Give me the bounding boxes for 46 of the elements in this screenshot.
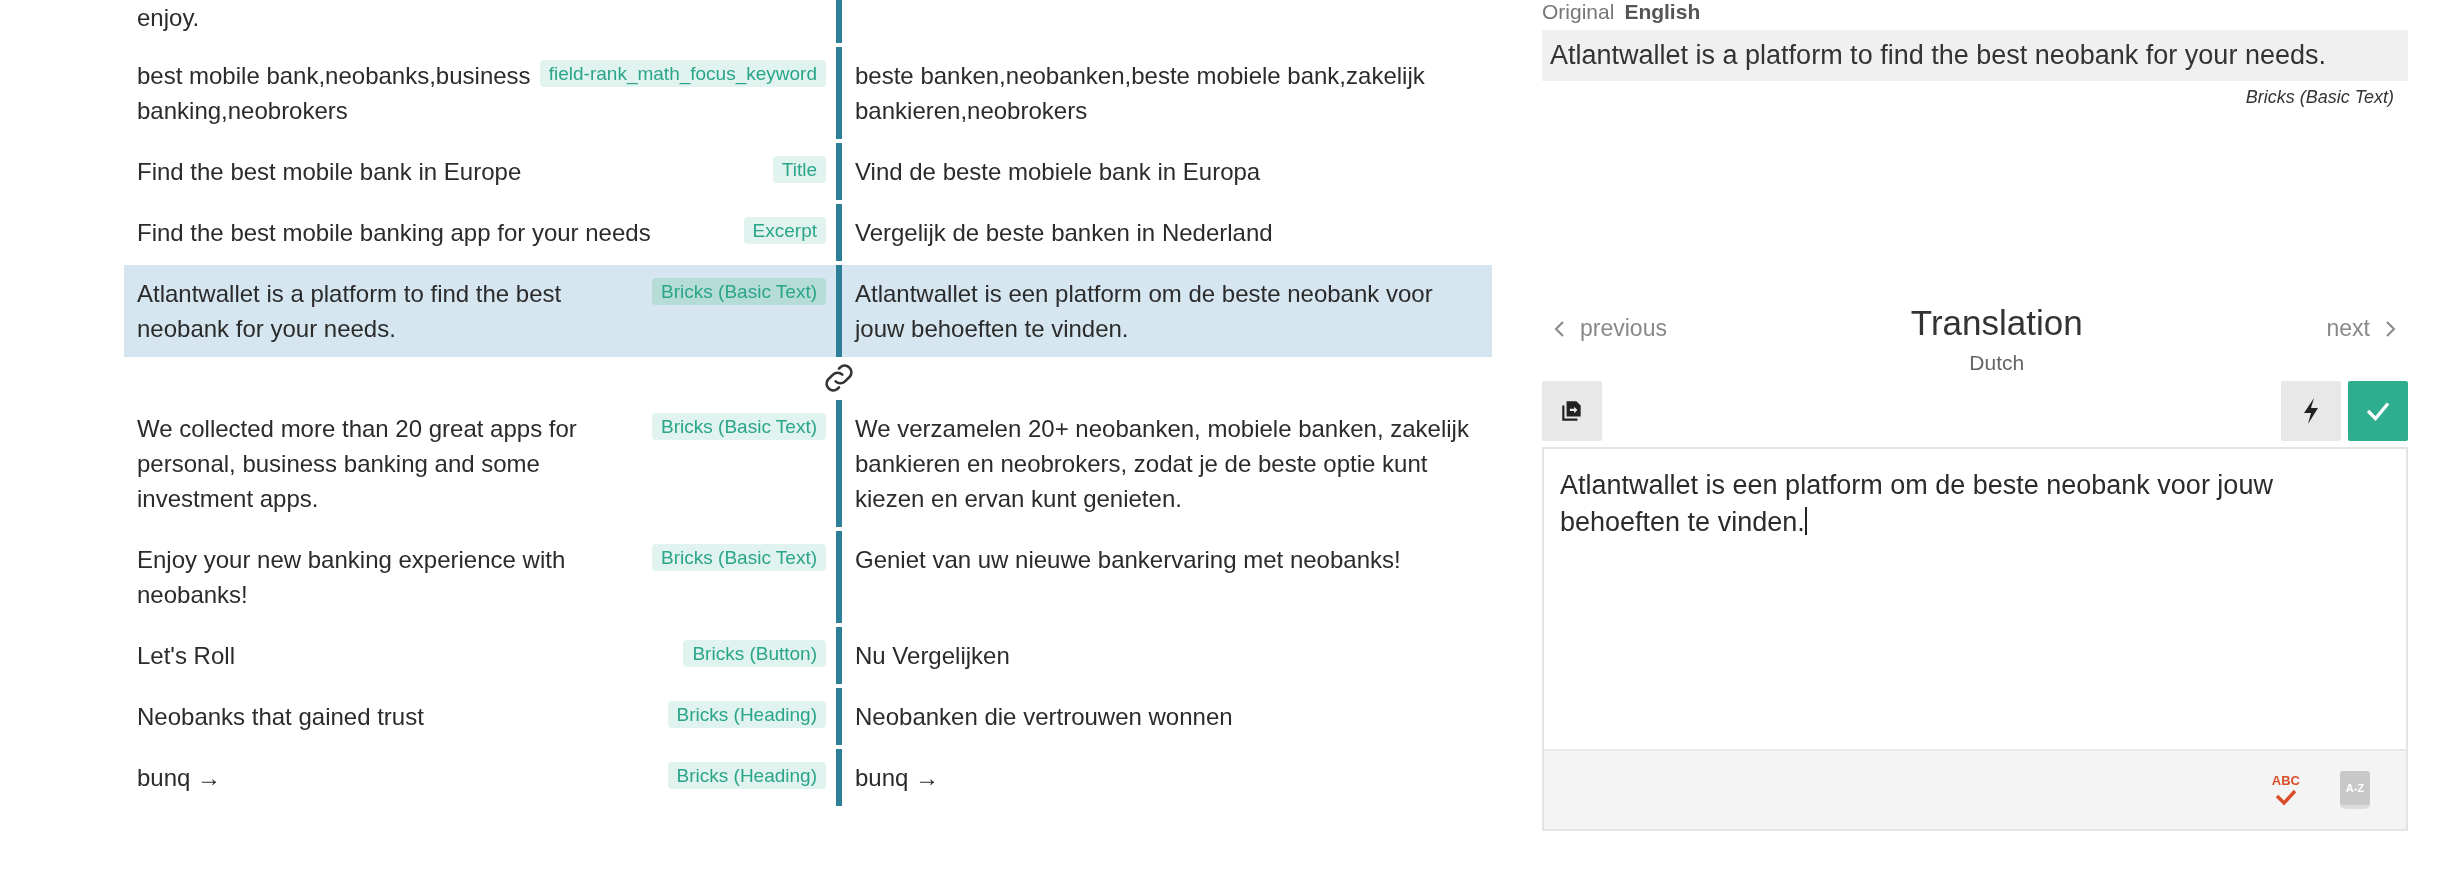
source-text: Find the best mobile bank in Europe [137, 157, 523, 187]
target-text: Neobanken die vertrouwen wonnen [855, 703, 1233, 730]
target-text: Geniet van uw nieuwe bankervaring met neobanks! [855, 546, 1401, 573]
field-type-tag: Bricks (Button) [683, 640, 826, 667]
translation-language: Dutch [1968, 351, 2026, 375]
target-text: Atlantwallet is een platform om de beste neobank voor jouw behoeften te vinden. [855, 280, 1433, 342]
field-type-tag: Title [772, 156, 826, 183]
source-text: Atlantwallet is a platform to find the best neobank for your needs. [137, 279, 563, 344]
translation-row[interactable]: beste banken,neobanken,beste mobiele bank,zakelijk bankieren,neobrokers [836, 47, 1492, 139]
field-type-tag: Bricks (Basic Text) [652, 413, 826, 440]
translation-row[interactable]: Atlantwallet is een platform om de beste neobank voor jouw behoeften te vinden. [836, 265, 1492, 357]
source-text: Let's Roll [137, 641, 236, 671]
original-label: Original [1542, 0, 1615, 24]
field-type-tag: field-rank_math_focus_keyword [539, 60, 826, 87]
previous-link[interactable]: previous [1552, 315, 1667, 342]
target-text: We verzamelen 20+ neobanken, mobiele banken, zakelijk bankieren en neobrokers, zodat je de beste optie kunt kiezen en ervan kunt genieten. [855, 415, 1469, 512]
copy-original-button[interactable] [1542, 381, 1602, 441]
field-type-label: Bricks (Basic Text) [2244, 87, 2395, 108]
original-language: English [1624, 0, 1701, 24]
translation-row[interactable]: We verzamelen 20+ neobanken, mobiele banken, zakelijk bankieren en neobrokers, zodat je de beste optie kunt kiezen en ervan kunt genieten. [836, 400, 1492, 527]
field-type-tag: Bricks (Heading) [667, 762, 826, 789]
source-text: Enjoy your new banking experience with neobanks! [137, 545, 567, 610]
target-text: beste banken,neobanken,beste mobiele bank,zakelijk bankieren,neobrokers [855, 62, 1425, 124]
translation-row[interactable]: Neobanken die vertrouwen wonnen [836, 688, 1492, 745]
field-type-tag: Excerpt [743, 217, 826, 244]
target-text: Vind de beste mobiele bank in Europa [855, 158, 1261, 185]
field-type-tag: Bricks (Basic Text) [652, 544, 826, 571]
target-text: Vergelijk de beste banken in Nederland [855, 219, 1273, 246]
target-text: bunq → [855, 764, 940, 791]
source-text: We collected more than 20 great apps for personal, business banking and some investment apps. [137, 414, 578, 514]
target-text: Nu Vergelijken [855, 642, 1010, 669]
source-text: bunq → [137, 763, 223, 793]
next-link[interactable]: next [2326, 315, 2398, 342]
translation-title: Translation [1910, 303, 2083, 343]
translation-row[interactable]: bunq → [836, 749, 1492, 806]
translation-row[interactable]: Geniet van uw nieuwe bankervaring met neobanks! [836, 531, 1492, 623]
auto-translate-button[interactable] [2281, 381, 2341, 441]
translation-row[interactable]: Nu Vergelijken [836, 627, 1492, 684]
translation-row[interactable]: Vind de beste mobiele bank in Europa [836, 143, 1492, 200]
source-text: best mobile bank,neobanks,business banking,neobrokers [137, 61, 532, 126]
source-text: enjoy. [137, 3, 201, 33]
field-type-tag: Bricks (Basic Text) [652, 278, 826, 305]
source-text: Neobanks that gained trust [137, 702, 425, 732]
original-text: Atlantwallet is a platform to find the best neobank for your needs. [1542, 30, 2408, 81]
field-type-tag: Bricks (Heading) [667, 701, 826, 728]
source-text: Find the best mobile banking app for your needs [137, 218, 652, 248]
